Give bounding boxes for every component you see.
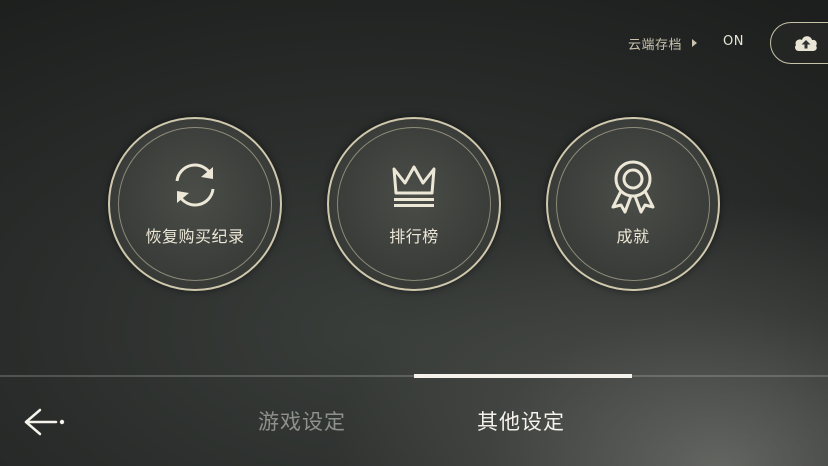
back-arrow-icon — [24, 408, 65, 436]
back-button[interactable] — [20, 404, 70, 440]
leaderboard-button[interactable]: 排行榜 — [327, 117, 501, 291]
restore-purchases-button[interactable]: 恢复购买纪录 — [108, 117, 282, 291]
refresh-icon — [175, 163, 215, 207]
cloud-upload-button[interactable] — [770, 22, 828, 64]
medal-icon — [611, 160, 655, 214]
cloud-save-label[interactable]: 云端存档 — [628, 34, 682, 53]
tab-game-settings[interactable]: 游戏设定 — [258, 406, 346, 436]
crown-icon-wrap — [329, 159, 499, 215]
settings-screen: 云端存档 ON 恢复购买纪录 排行榜 成就 游戏设定 其他设定 — [0, 0, 828, 466]
medal-icon-wrap — [548, 159, 718, 219]
cloud-upload-icon — [795, 36, 817, 51]
cloud-save-arrow-icon — [692, 39, 697, 47]
tab-other-settings[interactable]: 其他设定 — [477, 406, 565, 436]
crown-icon — [392, 165, 436, 207]
refresh-icon-wrap — [110, 159, 280, 215]
achievements-button[interactable]: 成就 — [546, 117, 720, 291]
leaderboard-label: 排行榜 — [389, 227, 439, 246]
cloud-save-status: ON — [723, 34, 744, 49]
restore-purchases-label: 恢复购买纪录 — [145, 227, 245, 246]
achievements-label: 成就 — [616, 227, 650, 246]
tab-active-indicator — [414, 374, 632, 378]
